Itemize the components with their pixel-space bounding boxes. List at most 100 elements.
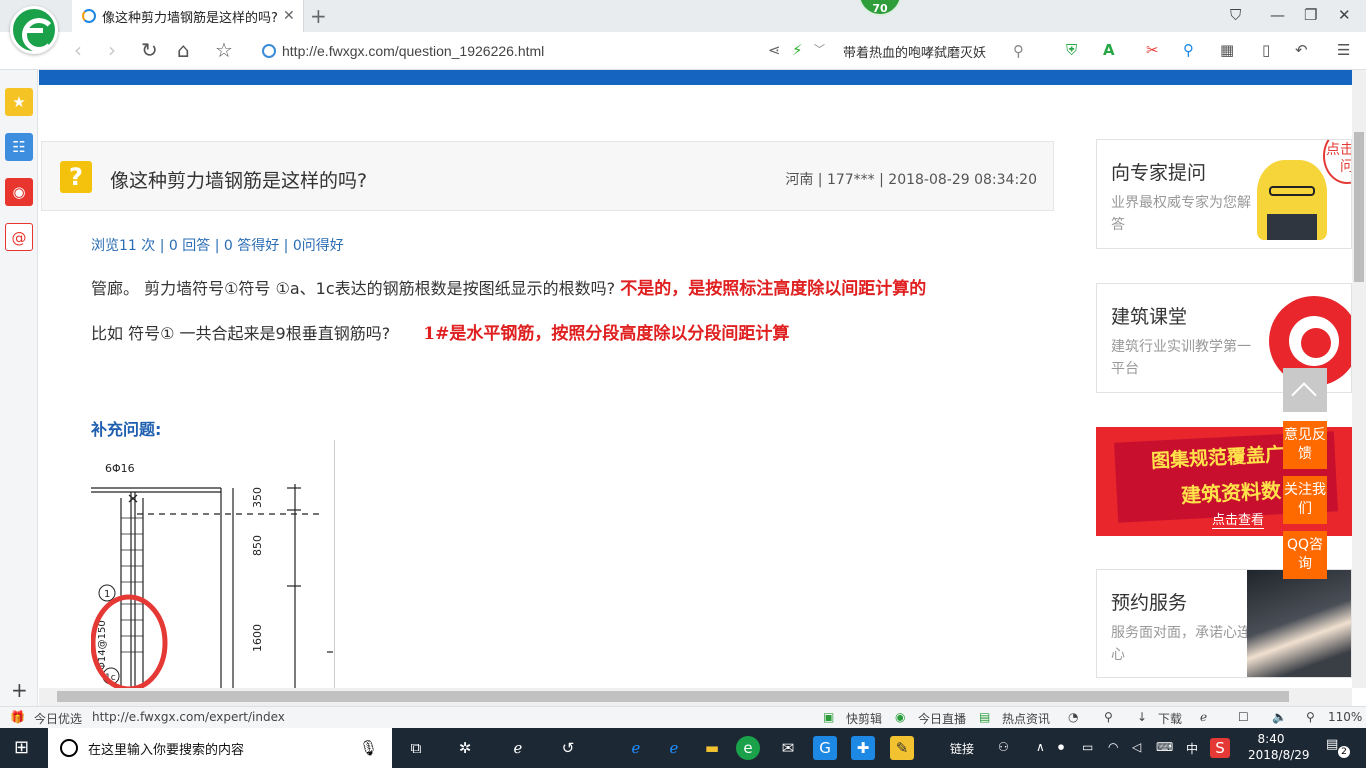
chevron-down-icon[interactable]: ﹀	[814, 42, 825, 58]
notes-app-icon[interactable]: ✎	[890, 736, 914, 760]
restore-icon[interactable]: ❐	[1304, 6, 1317, 24]
question-text-1: 管廊。 剪力墙符号①符号 ①a、1c表达的钢筋根数是按图纸显示的根数吗?	[91, 279, 616, 298]
feedback-button[interactable]: 意见反馈	[1283, 421, 1327, 469]
status-item-download[interactable]: 下载	[1158, 710, 1182, 727]
address-bar[interactable]	[262, 39, 762, 63]
keyboard-icon[interactable]: ⌨	[1156, 740, 1173, 754]
shield-icon[interactable]: ⛨	[1066, 42, 1077, 58]
today-picks-label[interactable]: 今日优选	[34, 710, 82, 727]
edge-blue-icon[interactable]: ℯ	[624, 736, 648, 760]
horizontal-scrollbar[interactable]	[39, 688, 1352, 706]
task-view-icon[interactable]: ⧉	[404, 736, 428, 760]
clip-icon[interactable]: ▣	[823, 710, 834, 724]
browser-logo-icon[interactable]	[10, 6, 58, 54]
menu-icon[interactable]: ☰	[1337, 42, 1350, 58]
horizontal-scroll-thumb[interactable]	[57, 691, 1289, 702]
news-icon[interactable]: ▤	[979, 710, 990, 724]
tablet-icon[interactable]: ▯	[1262, 42, 1270, 58]
undo-icon[interactable]: ↶	[1295, 42, 1308, 58]
window-icon[interactable]: ☐	[1238, 710, 1249, 724]
new-tab-button[interactable]: +	[310, 4, 327, 28]
gift-icon[interactable]: 🎁	[10, 710, 25, 724]
web-page: ? 像这种剪力墙钢筋是这样的吗? 河南 | 177*** | 2018-08-2…	[39, 70, 1352, 688]
back-icon[interactable]: ‹	[74, 40, 82, 60]
question-meta: 河南 | 177*** | 2018-08-29 08:34:20	[785, 172, 1037, 188]
minimize-icon[interactable]: —	[1270, 6, 1285, 24]
file-explorer-icon[interactable]: ▬	[700, 736, 724, 760]
favorite-star-icon[interactable]: ☆	[215, 40, 233, 60]
expert-ask-card[interactable]: 向专家提问 业界最权威专家为您解答 点击提问	[1096, 139, 1352, 249]
battery-icon[interactable]: ▭	[1082, 740, 1093, 754]
ask-bubble-tag[interactable]: 点击提问	[1323, 140, 1351, 184]
question-header: ? 像这种剪力墙钢筋是这样的吗? 河南 | 177*** | 2018-08-2…	[41, 141, 1054, 211]
banner-link[interactable]: 点击查看	[1212, 509, 1265, 529]
link-label[interactable]: 链接	[950, 740, 974, 757]
home-icon[interactable]: ⌂	[177, 40, 190, 60]
magnifier-icon[interactable]: ⚲	[1183, 42, 1194, 58]
windows-start-icon[interactable]: ⊞	[14, 737, 29, 758]
status-item-clip[interactable]: 快剪辑	[846, 710, 882, 727]
rebar-drawing-image[interactable]: 6Φ16 350 850 1600 1 Φ14@150 1c	[91, 438, 336, 688]
browser-taskbar-icon[interactable]: e	[736, 736, 760, 760]
search-input[interactable]	[843, 43, 1013, 59]
expert-card-title: 向专家提问	[1111, 162, 1207, 184]
reading-list-icon[interactable]: ☷	[5, 133, 33, 161]
taskbar-search-placeholder[interactable]: 在这里输入你要搜索的内容	[88, 739, 349, 758]
score-badge[interactable]: 70	[858, 0, 902, 16]
pin-icon[interactable]: ⚲	[1104, 710, 1113, 724]
vertical-scrollbar[interactable]	[1352, 70, 1366, 688]
g-app-icon[interactable]: G	[813, 736, 837, 760]
status-item-live[interactable]: 今日直播	[918, 710, 966, 727]
close-tab-icon[interactable]: ✕	[283, 8, 295, 24]
forward-icon[interactable]: ›	[108, 40, 116, 60]
cross-app-icon[interactable]: ✚	[851, 736, 875, 760]
translate-icon[interactable]: A	[1103, 42, 1115, 58]
zoom-level[interactable]: 110%	[1328, 710, 1362, 724]
mail-icon[interactable]: ✉	[776, 736, 800, 760]
class-card-title: 建筑课堂	[1111, 306, 1188, 328]
back-to-top-button[interactable]	[1283, 368, 1327, 412]
search-box[interactable]: ⚲	[843, 39, 1038, 63]
edge-icon[interactable]: ℯ	[506, 736, 530, 760]
status-item-news[interactable]: 热点资讯	[1002, 710, 1050, 727]
live-icon[interactable]: ◉	[895, 710, 905, 724]
notification-bell-icon[interactable]: ⏺	[1058, 740, 1064, 755]
url-input[interactable]	[282, 43, 742, 59]
wifi-icon[interactable]: ◠	[1108, 740, 1118, 754]
email-icon[interactable]: @	[5, 223, 33, 251]
add-sidebar-icon[interactable]: +	[11, 678, 28, 702]
apps-grid-icon[interactable]: ▦	[1220, 42, 1234, 58]
lightning-icon[interactable]: ⚡	[792, 42, 803, 58]
follow-us-button[interactable]: 关注我们	[1283, 476, 1327, 524]
taskbar-search[interactable]: 在这里输入你要搜索的内容 🎙	[48, 728, 392, 768]
zoom-icon[interactable]: ⚲	[1306, 710, 1315, 724]
download-icon[interactable]: ↓	[1137, 710, 1147, 724]
volume-icon[interactable]: 🔈	[1272, 710, 1287, 724]
share-icon[interactable]: ⋖	[768, 42, 781, 58]
ie-mode-icon[interactable]: ℯ	[1200, 710, 1207, 724]
pinwheel-icon[interactable]: ✲	[453, 736, 477, 760]
ie-icon[interactable]: ℯ	[662, 736, 686, 760]
shirt-skin-icon[interactable]: ⛉	[1230, 6, 1241, 24]
question-stats: 浏览11 次 | 0 回答 | 0 答得好 | 0问得好	[91, 238, 344, 254]
scissors-icon[interactable]: ✂	[1146, 42, 1159, 58]
vertical-scroll-thumb[interactable]	[1354, 132, 1364, 282]
browser-tab-active[interactable]: 像这种剪力墙钢筋是这样的吗? _ ✕	[72, 0, 304, 32]
microphone-icon[interactable]: 🎙	[359, 739, 392, 757]
people-icon[interactable]: ⚇	[998, 740, 1009, 754]
speaker-icon[interactable]: ◁	[1132, 740, 1141, 754]
close-window-icon[interactable]: ✕	[1338, 6, 1351, 24]
action-center-icon[interactable]: ▤	[1326, 737, 1338, 752]
favorites-icon[interactable]: ★	[5, 88, 33, 116]
clock[interactable]: 8:40 2018/8/29	[1248, 731, 1310, 763]
speed-icon[interactable]: ◔	[1068, 710, 1078, 724]
swirl-app-icon[interactable]: ↺	[556, 736, 580, 760]
weibo-icon[interactable]: ◉	[5, 178, 33, 206]
tray-chevron-icon[interactable]: ∧	[1036, 740, 1045, 754]
qq-consult-button[interactable]: QQ咨询	[1283, 531, 1327, 579]
ime-indicator[interactable]: 中	[1186, 740, 1198, 757]
sogou-icon[interactable]: S	[1210, 738, 1230, 758]
refresh-icon[interactable]: ↻	[141, 40, 158, 60]
appointment-card[interactable]: 预约服务 服务面对面，承诺心连心	[1096, 569, 1352, 678]
search-icon[interactable]: ⚲	[1013, 42, 1024, 60]
